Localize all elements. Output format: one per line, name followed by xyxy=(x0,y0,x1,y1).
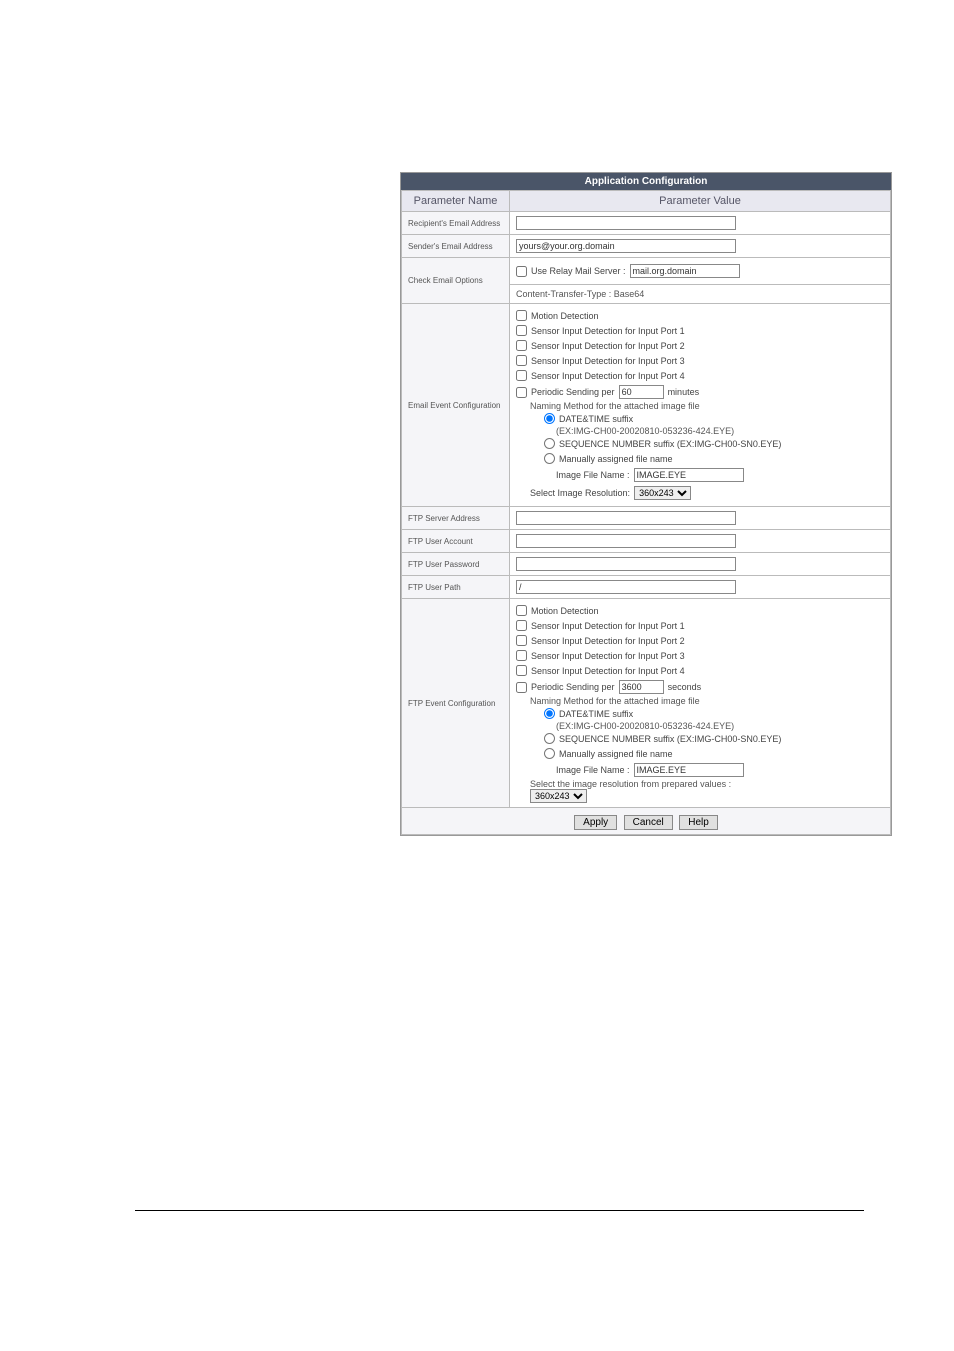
ftp-sensor2-checkbox[interactable] xyxy=(516,635,527,646)
email-resolution-select[interactable]: 360x243 xyxy=(634,486,691,500)
ftp-resolution-select[interactable]: 360x243 xyxy=(530,789,587,803)
email-periodic-input[interactable] xyxy=(619,385,664,399)
ftp-path-label: FTP User Path xyxy=(402,576,510,599)
ftp-sensor3-label: Sensor Input Detection for Input Port 3 xyxy=(531,651,685,661)
ftp-periodic-input[interactable] xyxy=(619,680,664,694)
ftp-periodic-label: Periodic Sending per xyxy=(531,682,615,692)
email-motion-checkbox[interactable] xyxy=(516,310,527,321)
recipient-email-input[interactable] xyxy=(516,216,736,230)
email-imgfile-input[interactable] xyxy=(634,468,744,482)
sender-email-label: Sender's Email Address xyxy=(402,235,510,258)
ftp-manual-radio[interactable] xyxy=(544,748,555,759)
email-periodic-label: Periodic Sending per xyxy=(531,387,615,397)
cancel-button[interactable]: Cancel xyxy=(624,815,673,830)
ftp-account-label: FTP User Account xyxy=(402,530,510,553)
ftp-naming-label: Naming Method for the attached image fil… xyxy=(530,696,884,706)
email-sensor2-checkbox[interactable] xyxy=(516,340,527,351)
ftp-sensor1-checkbox[interactable] xyxy=(516,620,527,631)
title-bar: Application Configuration xyxy=(401,173,891,190)
ftp-password-input[interactable] xyxy=(516,557,736,571)
email-sensor3-checkbox[interactable] xyxy=(516,355,527,366)
email-datetime-example: (EX:IMG-CH00-20020810-053236-424.EYE) xyxy=(556,426,884,436)
email-sensor2-label: Sensor Input Detection for Input Port 2 xyxy=(531,341,685,351)
email-sensor4-label: Sensor Input Detection for Input Port 4 xyxy=(531,371,685,381)
ftp-periodic-checkbox[interactable] xyxy=(516,682,527,693)
ftp-sensor2-label: Sensor Input Detection for Input Port 2 xyxy=(531,636,685,646)
ftp-seqnum-label: SEQUENCE NUMBER suffix (EX:IMG-CH00-SN0.… xyxy=(559,734,781,744)
ftp-datetime-radio[interactable] xyxy=(544,708,555,719)
email-sensor3-label: Sensor Input Detection for Input Port 3 xyxy=(531,356,685,366)
ftp-path-input[interactable] xyxy=(516,580,736,594)
ftp-sensor1-label: Sensor Input Detection for Input Port 1 xyxy=(531,621,685,631)
ftp-password-label: FTP User Password xyxy=(402,553,510,576)
relay-mail-label: Use Relay Mail Server : xyxy=(531,266,626,276)
email-datetime-radio[interactable] xyxy=(544,413,555,424)
recipient-email-label: Recipient's Email Address xyxy=(402,212,510,235)
ftp-datetime-label: DATE&TIME suffix xyxy=(559,709,633,719)
apply-button[interactable]: Apply xyxy=(574,815,617,830)
ftp-seqnum-radio[interactable] xyxy=(544,733,555,744)
config-table: Parameter Name Parameter Value Recipient… xyxy=(401,190,891,835)
ftp-imgfile-input[interactable] xyxy=(634,763,744,777)
sender-email-input[interactable] xyxy=(516,239,736,253)
ftp-sensor4-label: Sensor Input Detection for Input Port 4 xyxy=(531,666,685,676)
relay-mail-input[interactable] xyxy=(630,264,740,278)
page-divider xyxy=(135,1210,864,1211)
email-sensor4-checkbox[interactable] xyxy=(516,370,527,381)
header-name: Parameter Name xyxy=(402,191,510,212)
ftp-motion-checkbox[interactable] xyxy=(516,605,527,616)
email-imgfile-label: Image File Name : xyxy=(556,470,630,480)
email-manual-label: Manually assigned file name xyxy=(559,454,673,464)
email-naming-label: Naming Method for the attached image fil… xyxy=(530,401,884,411)
ftp-imgfile-label: Image File Name : xyxy=(556,765,630,775)
email-periodic-unit: minutes xyxy=(668,387,700,397)
ftp-sensor4-checkbox[interactable] xyxy=(516,665,527,676)
email-motion-label: Motion Detection xyxy=(531,311,599,321)
email-sensor1-checkbox[interactable] xyxy=(516,325,527,336)
email-periodic-checkbox[interactable] xyxy=(516,387,527,398)
ftp-address-label: FTP Server Address xyxy=(402,507,510,530)
ftp-datetime-example: (EX:IMG-CH00-20020810-053236-424.EYE) xyxy=(556,721,884,731)
email-manual-radio[interactable] xyxy=(544,453,555,464)
email-resolution-label: Select Image Resolution: xyxy=(530,488,630,498)
ftp-motion-label: Motion Detection xyxy=(531,606,599,616)
ftp-resolution-label: Select the image resolution from prepare… xyxy=(530,779,884,789)
email-seqnum-radio[interactable] xyxy=(544,438,555,449)
header-value: Parameter Value xyxy=(510,191,891,212)
content-transfer-type: Content-Transfer-Type : Base64 xyxy=(516,289,644,299)
email-seqnum-label: SEQUENCE NUMBER suffix (EX:IMG-CH00-SN0.… xyxy=(559,439,781,449)
email-datetime-label: DATE&TIME suffix xyxy=(559,414,633,424)
email-sensor1-label: Sensor Input Detection for Input Port 1 xyxy=(531,326,685,336)
ftp-manual-label: Manually assigned file name xyxy=(559,749,673,759)
check-email-label: Check Email Options xyxy=(402,258,510,304)
ftp-sensor3-checkbox[interactable] xyxy=(516,650,527,661)
help-button[interactable]: Help xyxy=(679,815,718,830)
ftp-address-input[interactable] xyxy=(516,511,736,525)
ftp-event-label: FTP Event Configuration xyxy=(402,599,510,808)
ftp-account-input[interactable] xyxy=(516,534,736,548)
email-event-label: Email Event Configuration xyxy=(402,304,510,507)
ftp-periodic-unit: seconds xyxy=(668,682,702,692)
relay-mail-checkbox[interactable] xyxy=(516,266,527,277)
